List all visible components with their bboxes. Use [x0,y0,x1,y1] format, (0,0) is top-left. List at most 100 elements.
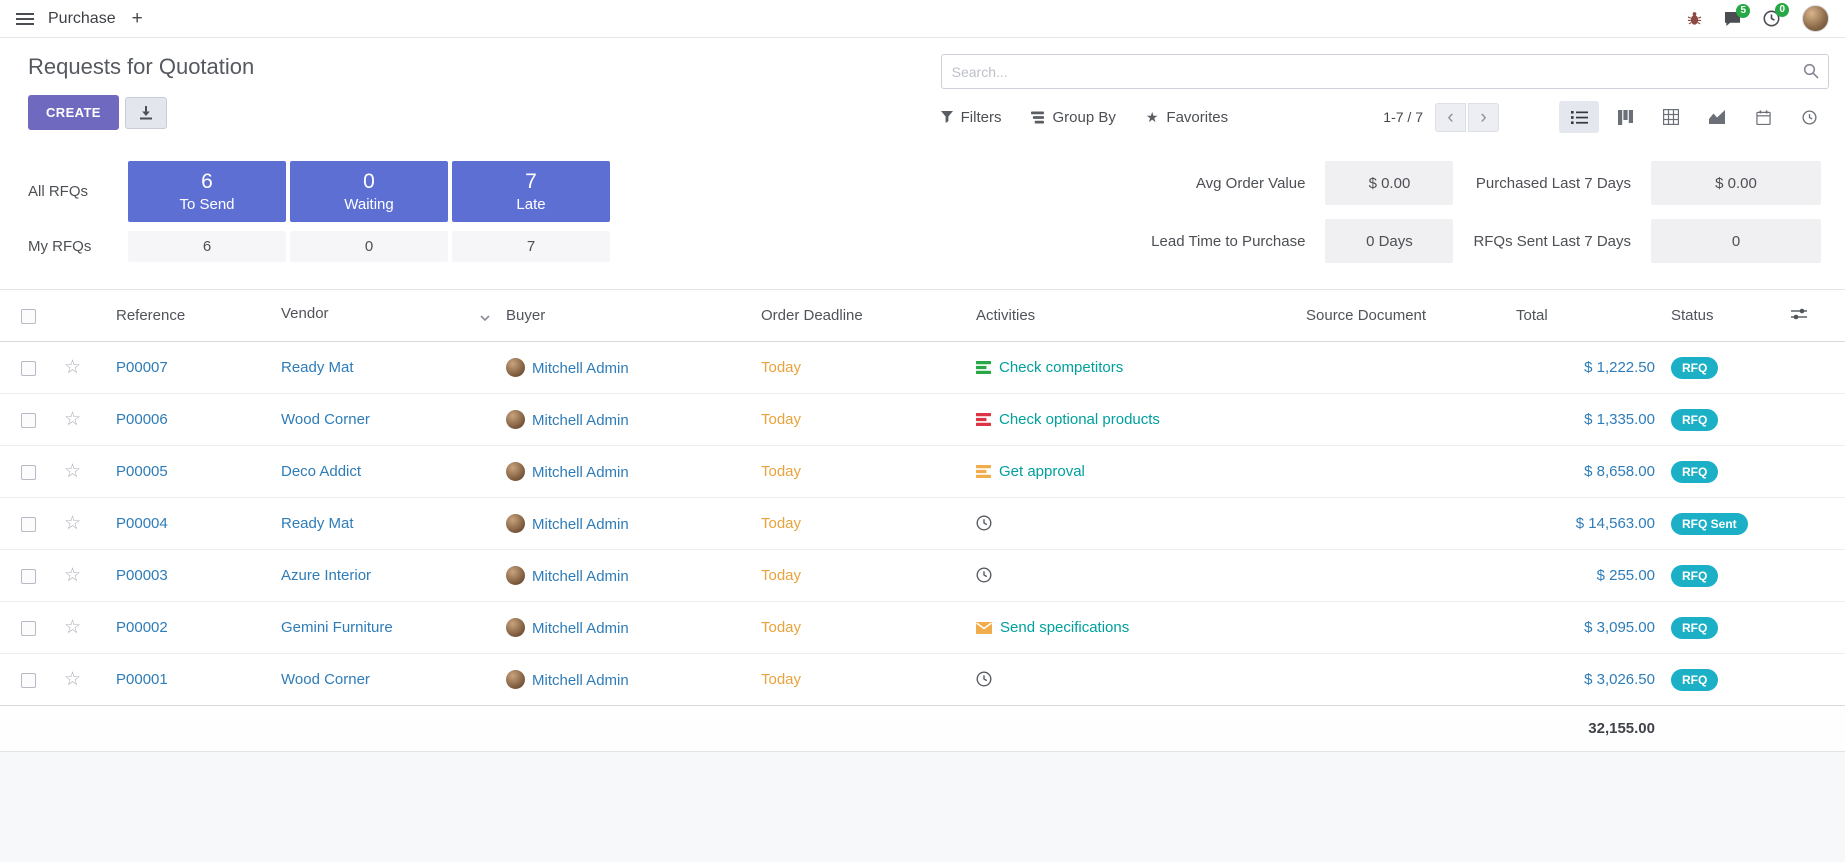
source-document-cell [1298,498,1508,550]
total-amount: $ 3,095.00 [1584,619,1655,636]
my-waiting-count[interactable]: 0 [290,231,448,262]
buyer-link[interactable]: Mitchell Admin [532,464,629,481]
row-checkbox[interactable] [21,621,36,636]
favorite-star-icon[interactable]: ☆ [64,669,81,690]
row-checkbox[interactable] [21,465,36,480]
reference-link[interactable]: P00006 [116,411,168,428]
column-header-status[interactable]: Status [1663,290,1783,342]
activity-label[interactable]: Check optional products [999,411,1160,428]
messages-icon[interactable]: 5 [1724,11,1741,27]
column-header-order-deadline[interactable]: Order Deadline [753,290,968,342]
export-button[interactable] [125,97,167,129]
row-checkbox[interactable] [21,569,36,584]
column-header-buyer[interactable]: Buyer [498,290,753,342]
activities-icon[interactable]: 0 [1763,10,1780,27]
buyer-link[interactable]: Mitchell Admin [532,620,629,637]
favorite-star-icon[interactable]: ☆ [64,461,81,482]
optional-columns-icon[interactable] [1783,290,1845,342]
vendor-link[interactable]: Azure Interior [281,567,371,584]
app-name[interactable]: Purchase [48,10,116,28]
buyer-avatar [506,566,525,585]
select-all-checkbox[interactable] [21,309,36,324]
table-row[interactable]: ☆ P00007 Ready Mat Mitchell Admin Today Check… [0,342,1845,394]
pager-previous-button[interactable]: ‹ [1435,103,1466,132]
search-input[interactable] [941,54,1829,89]
activity-label[interactable]: Send specifications [1000,619,1129,636]
view-switch-kanban-icon[interactable] [1605,101,1645,133]
view-switch-list-icon[interactable] [1559,101,1599,133]
activity-label[interactable]: Check competitors [999,359,1123,376]
view-switch-calendar-icon[interactable] [1743,101,1783,133]
row-checkbox[interactable] [21,361,36,376]
table-row[interactable]: ☆P00006Wood CornerMitchell AdminTodayChe… [0,394,1845,446]
group-by-button[interactable]: Group By [1031,109,1115,126]
rfq-counters: All RFQs 6 To Send 0 Waiting 7 Late My R… [16,161,610,262]
buyer-link[interactable]: Mitchell Admin [532,516,629,533]
buyer-link[interactable]: Mitchell Admin [532,672,629,689]
reference-link[interactable]: P00001 [116,671,168,688]
reference-link[interactable]: P00004 [116,515,168,532]
activity-clock-icon[interactable] [976,515,992,531]
table-row[interactable]: ☆P00004Ready MatMitchell AdminToday$ 14,… [0,498,1845,550]
reference-link[interactable]: P00007 [116,359,168,376]
tile-late[interactable]: 7 Late [452,161,610,222]
row-checkbox[interactable] [21,413,36,428]
table-row[interactable]: ☆P00001Wood CornerMitchell AdminToday$ 3… [0,654,1845,706]
reference-link[interactable]: P00002 [116,619,168,636]
download-icon [139,106,153,120]
buyer-link[interactable]: Mitchell Admin [532,568,629,585]
column-header-vendor[interactable]: Vendor [273,290,498,342]
row-checkbox[interactable] [21,517,36,532]
vendor-link[interactable]: Deco Addict [281,463,361,480]
my-to-send-count[interactable]: 6 [128,231,286,262]
view-switch-pivot-icon[interactable] [1651,101,1691,133]
view-switch-graph-icon[interactable] [1697,101,1737,133]
buyer-link[interactable]: Mitchell Admin [532,360,629,377]
table-row[interactable]: ☆P00005Deco AddictMitchell AdminTodayGet… [0,446,1845,498]
favorite-star-icon[interactable]: ☆ [64,565,81,586]
footer-total: 32,155.00 [1508,706,1663,752]
activity-clock-icon[interactable] [976,567,992,583]
reference-link[interactable]: P00003 [116,567,168,584]
tile-to-send[interactable]: 6 To Send [128,161,286,222]
view-switch-activity-icon[interactable] [1789,101,1829,133]
tile-waiting[interactable]: 0 Waiting [290,161,448,222]
row-checkbox[interactable] [21,673,36,688]
my-late-count[interactable]: 7 [452,231,610,262]
apps-menu-icon[interactable] [16,12,34,26]
filters-button[interactable]: Filters [941,109,1002,126]
favorite-star-icon[interactable]: ☆ [64,513,81,534]
vendor-link[interactable]: Ready Mat [281,515,354,532]
activity-tasks-icon[interactable] [976,361,991,374]
table-row[interactable]: ☆P00003Azure InteriorMitchell AdminToday… [0,550,1845,602]
activity-label[interactable]: Get approval [999,463,1085,480]
buyer-link[interactable]: Mitchell Admin [532,412,629,429]
pager-next-button[interactable]: › [1468,103,1499,132]
column-header-total[interactable]: Total [1508,290,1663,342]
debug-bug-icon[interactable] [1687,11,1702,26]
plus-icon[interactable]: + [132,9,143,28]
favorite-star-icon[interactable]: ☆ [64,617,81,638]
buyer-avatar [506,410,525,429]
vendor-link[interactable]: Wood Corner [281,411,370,428]
vendor-link[interactable]: Wood Corner [281,671,370,688]
column-header-activities[interactable]: Activities [968,290,1298,342]
reference-link[interactable]: P00005 [116,463,168,480]
favorite-star-icon[interactable]: ☆ [64,409,81,430]
order-deadline-value: Today [761,359,801,376]
stat-value-lead-time-to-purchase: 0 Days [1325,219,1453,263]
favorites-button[interactable]: ★ Favorites [1146,109,1228,126]
vendor-link[interactable]: Gemini Furniture [281,619,393,636]
activity-clock-icon[interactable] [976,671,992,687]
column-header-reference[interactable]: Reference [108,290,273,342]
column-header-source-document[interactable]: Source Document [1298,290,1508,342]
source-document-cell [1298,654,1508,706]
activity-envelope-icon[interactable] [976,622,992,634]
create-button[interactable]: CREATE [28,95,119,130]
activity-tasks-icon[interactable] [976,413,991,426]
activity-tasks-icon[interactable] [976,465,991,478]
table-row[interactable]: ☆P00002Gemini FurnitureMitchell AdminTod… [0,602,1845,654]
favorite-star-icon[interactable]: ☆ [64,357,81,378]
vendor-link[interactable]: Ready Mat [281,359,354,376]
user-avatar[interactable] [1802,5,1829,32]
